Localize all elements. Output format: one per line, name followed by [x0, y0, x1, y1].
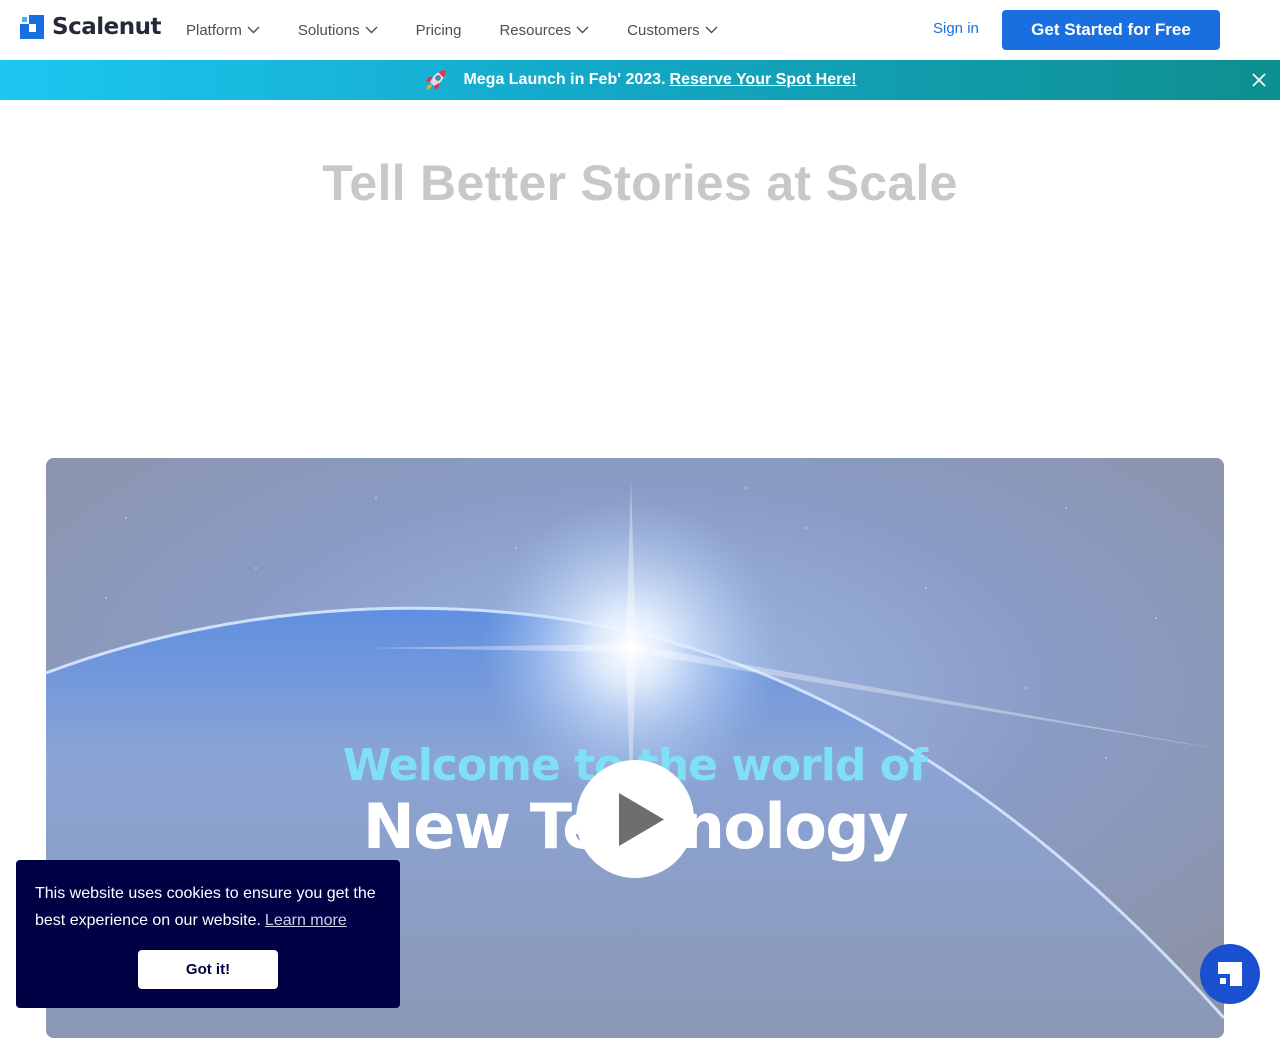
chat-widget-button[interactable]	[1200, 944, 1260, 1004]
nav-item-platform[interactable]: Platform	[186, 22, 260, 39]
announcement-banner: Mega Launch in Feb' 2023. Reserve Your S…	[0, 60, 1280, 100]
nav-item-solutions[interactable]: Solutions	[298, 22, 378, 39]
nav-label: Customers	[627, 21, 700, 39]
close-icon[interactable]	[1252, 73, 1266, 87]
hero-title-highlight: Scale	[825, 155, 960, 211]
chevron-down-icon	[576, 26, 589, 34]
sign-in-link[interactable]: Sign in	[933, 20, 979, 37]
reserve-spot-link[interactable]: Reserve Your Spot Here!	[670, 71, 857, 89]
nav-label: Platform	[186, 21, 242, 39]
logo-icon	[20, 15, 44, 39]
logo-text: Scalenut	[52, 14, 161, 40]
nav-label: Solutions	[297, 21, 360, 39]
get-started-button[interactable]: Get Started for Free	[1002, 10, 1220, 50]
chat-widget-icon	[1218, 962, 1242, 986]
play-button[interactable]	[576, 760, 694, 878]
play-icon	[619, 793, 664, 846]
banner-text: Mega Launch in Feb' 2023.	[463, 71, 666, 88]
cookie-consent: This website uses cookies to ensure you …	[16, 860, 400, 1008]
hero-title: Tell Better Stories at Scale	[0, 154, 1280, 212]
learn-more-link[interactable]: Learn more	[265, 912, 347, 929]
nav-item-customers[interactable]: Customers	[627, 22, 718, 39]
nav-label: Pricing	[415, 21, 462, 39]
hero-title-text: Tell Better Stories at	[322, 155, 826, 211]
scalenut-logo[interactable]: Scalenut	[20, 14, 161, 40]
cookie-message: This website uses cookies to ensure you …	[35, 880, 385, 934]
banner-content: Mega Launch in Feb' 2023. Reserve Your S…	[0, 60, 1280, 100]
rocket-icon	[426, 70, 447, 90]
chevron-down-icon	[247, 26, 260, 34]
main-nav: Platform Solutions Pricing Resources Cus…	[186, 0, 756, 60]
chevron-down-icon	[705, 26, 718, 34]
nav-item-pricing[interactable]: Pricing	[416, 22, 462, 39]
nav-label: Resources	[499, 21, 572, 39]
nav-item-resources[interactable]: Resources	[499, 22, 589, 39]
accept-cookies-button[interactable]: Got it!	[138, 950, 278, 989]
chevron-down-icon	[365, 26, 378, 34]
site-header: Scalenut Platform Solutions Pricing Reso…	[0, 0, 1280, 60]
